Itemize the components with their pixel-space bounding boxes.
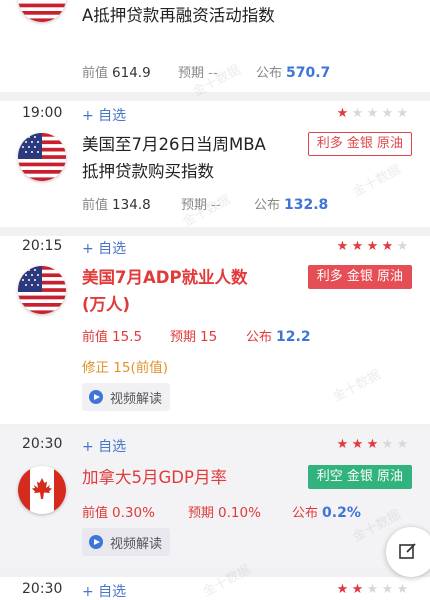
event-title: 加拿大5月GDP月率: [82, 468, 227, 487]
actual-value: 132.8: [284, 197, 329, 213]
event-card-adp-employment[interactable]: 20:15 + 自选 ★ ★ ★ ★ ★ 美国7月ADP就业人数(万人) 利多 金银 原…: [0, 236, 430, 424]
forecast-value: 0.10%: [218, 505, 261, 521]
edit-icon: [399, 543, 416, 559]
event-values: 前值 614.9 预期 -- 公布 570.7: [82, 62, 412, 82]
actual-value: 12.2: [276, 329, 311, 345]
star-icon: ★: [381, 106, 394, 121]
us-flag-icon: [18, 266, 66, 314]
importance-stars: ★ ★ ★ ★ ★: [335, 582, 410, 597]
importance-stars: ★ ★ ★ ★ ★: [335, 106, 410, 121]
star-icon: ★: [396, 106, 409, 121]
add-favorite-button[interactable]: + 自选: [82, 105, 126, 125]
impact-tag: 利多 金银 原油: [307, 265, 412, 289]
star-icon: ★: [351, 239, 364, 254]
prev-value: 134.8: [112, 197, 151, 213]
event-title: A抵押贷款再融资活动指数: [82, 6, 275, 25]
star-icon: ★: [351, 106, 364, 121]
star-icon: ★: [381, 582, 394, 597]
star-icon: ★: [336, 106, 349, 121]
forecast-label: 预期: [170, 330, 197, 345]
edit-floating-button[interactable]: [386, 527, 430, 577]
prev-value: 0.30%: [112, 505, 155, 521]
star-icon: ★: [336, 582, 349, 597]
forecast-value: --: [208, 65, 218, 81]
divider: [0, 568, 430, 577]
revised-value: 修正 15(前值): [82, 360, 169, 376]
importance-stars: ★ ★ ★ ★ ★: [335, 239, 410, 254]
forecast-value: 15: [200, 329, 218, 345]
actual-label: 公布: [254, 198, 281, 213]
event-values: 前值 15.5 预期 15 公布 12.2: [82, 326, 412, 346]
event-card-next[interactable]: 20:30 + 自选 ★ ★ ★ ★ ★: [0, 577, 430, 600]
video-explain-label: 视频解读: [110, 537, 163, 552]
star-icon: ★: [396, 437, 409, 452]
event-card-mba-purchase[interactable]: 19:00 + 自选 ★ ★ ★ ★ ★ 美国至7月26日当周MBA抵押贷款购买指数 利…: [0, 101, 430, 227]
star-icon: ★: [351, 582, 364, 597]
video-explain-label: 视频解读: [110, 392, 163, 407]
star-icon: ★: [366, 106, 379, 121]
play-icon: [89, 535, 103, 549]
event-time: 19:00: [22, 105, 63, 121]
star-icon: ★: [381, 437, 394, 452]
star-icon: ★: [366, 582, 379, 597]
forecast-label: 预期: [181, 198, 208, 213]
event-card-canada-gdp[interactable]: 20:30 + 自选 ★ ★ ★ ★ ★ 加拿大5月GDP月率 利空 金银 原油 前值 0…: [0, 428, 430, 568]
star-icon: ★: [381, 239, 394, 254]
us-flag-icon: [18, 0, 66, 22]
actual-label: 公布: [292, 506, 319, 521]
event-title: 美国7月ADP就业人数(万人): [82, 268, 248, 314]
event-card-mba-refinance[interactable]: A抵押贷款再融资活动指数 前值 614.9 预期 -- 公布 570.7: [0, 0, 430, 92]
star-icon: ★: [366, 437, 379, 452]
star-icon: ★: [336, 437, 349, 452]
star-icon: ★: [351, 437, 364, 452]
impact-tag: 利多 金银 原油: [307, 132, 412, 156]
event-time: 20:30: [22, 436, 63, 452]
impact-tag: 利空 金银 原油: [307, 465, 412, 489]
prev-value: 614.9: [112, 65, 151, 81]
event-values: 前值 134.8 预期 -- 公布 132.8: [82, 194, 412, 214]
actual-label: 公布: [256, 66, 283, 81]
actual-label: 公布: [246, 330, 273, 345]
star-icon: ★: [336, 239, 349, 254]
star-icon: ★: [396, 582, 409, 597]
prev-label: 前值: [82, 66, 109, 81]
divider: [0, 92, 430, 101]
prev-label: 前值: [82, 506, 109, 521]
forecast-value: --: [211, 197, 221, 213]
prev-value: 15.5: [112, 329, 143, 345]
actual-value: 570.7: [286, 65, 331, 81]
prev-label: 前值: [82, 198, 109, 213]
add-favorite-button[interactable]: + 自选: [82, 581, 126, 600]
add-favorite-button[interactable]: + 自选: [82, 436, 126, 456]
add-favorite-button[interactable]: + 自选: [82, 238, 126, 258]
play-icon: [89, 390, 103, 404]
event-time: 20:15: [22, 238, 63, 254]
event-values: 前值 0.30% 预期 0.10% 公布 0.2%: [82, 502, 412, 522]
canada-flag-icon: [18, 466, 66, 514]
forecast-label: 预期: [188, 506, 215, 521]
event-title: 美国至7月26日当周MBA抵押贷款购买指数: [82, 135, 266, 181]
divider: [0, 227, 430, 236]
event-time: 20:30: [22, 581, 63, 597]
actual-value: 0.2%: [322, 505, 361, 521]
video-explain-button[interactable]: 视频解读: [82, 383, 170, 411]
forecast-label: 预期: [178, 66, 205, 81]
prev-label: 前值: [82, 330, 109, 345]
star-icon: ★: [366, 239, 379, 254]
video-explain-button[interactable]: 视频解读: [82, 528, 170, 556]
us-flag-icon: [18, 133, 66, 181]
star-icon: ★: [396, 239, 409, 254]
importance-stars: ★ ★ ★ ★ ★: [335, 437, 410, 452]
